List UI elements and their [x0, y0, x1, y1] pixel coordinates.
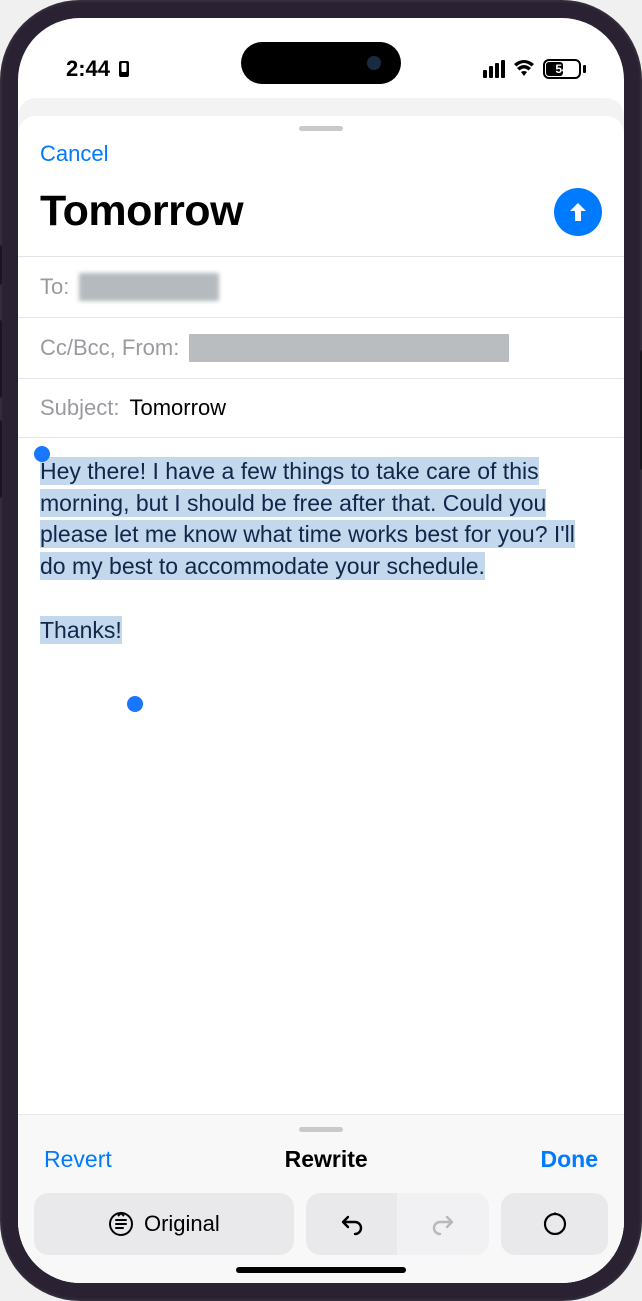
wifi-icon — [513, 60, 535, 78]
ccbcc-label: Cc/Bcc, From: — [40, 335, 179, 361]
volume-up-button — [0, 320, 2, 398]
selection-handle-end[interactable] — [127, 696, 143, 712]
undo-redo-group — [306, 1193, 489, 1255]
redo-button[interactable] — [397, 1193, 489, 1255]
redo-icon — [430, 1211, 456, 1237]
subject-field[interactable]: Subject: Tomorrow — [18, 379, 624, 438]
original-icon — [108, 1211, 134, 1237]
front-camera — [367, 56, 381, 70]
mute-switch — [0, 245, 2, 285]
to-label: To: — [40, 274, 69, 300]
original-button[interactable]: Original — [34, 1193, 294, 1255]
orientation-lock-icon — [116, 60, 132, 78]
revert-button[interactable]: Revert — [44, 1146, 112, 1173]
compose-sheet: Cancel Tomorrow To: Cc/Bcc, From: — [18, 116, 624, 1283]
regenerate-button[interactable] — [501, 1193, 608, 1255]
body-para-2: Thanks! — [40, 616, 122, 644]
send-button[interactable] — [554, 188, 602, 236]
to-field[interactable]: To: — [18, 257, 624, 318]
to-value-redacted — [79, 273, 219, 301]
ccbcc-from-field[interactable]: Cc/Bcc, From: — [18, 318, 624, 379]
selection-handle-start[interactable] — [34, 446, 50, 462]
phone-screen: 2:44 54 — [18, 18, 624, 1283]
battery-indicator: 54 — [543, 59, 586, 79]
from-value-redacted — [189, 334, 509, 362]
undo-icon — [339, 1211, 365, 1237]
battery-percent: 54 — [545, 62, 579, 76]
home-indicator[interactable] — [236, 1267, 406, 1273]
done-button[interactable]: Done — [541, 1146, 599, 1173]
subject-label: Subject: — [40, 395, 120, 421]
panel-title: Rewrite — [285, 1146, 368, 1173]
cancel-button[interactable]: Cancel — [40, 137, 108, 181]
volume-down-button — [0, 420, 2, 498]
cellular-signal-icon — [483, 60, 505, 78]
status-time: 2:44 — [66, 56, 110, 82]
body-para-1: Hey there! I have a few things to take c… — [40, 457, 575, 580]
compose-title: Tomorrow — [40, 187, 243, 236]
panel-grabber[interactable] — [299, 1127, 343, 1132]
subject-value: Tomorrow — [130, 395, 227, 421]
message-body[interactable]: Hey there! I have a few things to take c… — [18, 438, 624, 664]
rewrite-panel: Revert Rewrite Done Original — [18, 1114, 624, 1283]
undo-button[interactable] — [306, 1193, 398, 1255]
original-label: Original — [144, 1211, 220, 1237]
sheet-grabber[interactable] — [299, 126, 343, 131]
dynamic-island — [241, 42, 401, 84]
arrow-up-icon — [566, 200, 590, 224]
phone-frame: 2:44 54 — [0, 0, 642, 1301]
regenerate-icon — [542, 1211, 568, 1237]
